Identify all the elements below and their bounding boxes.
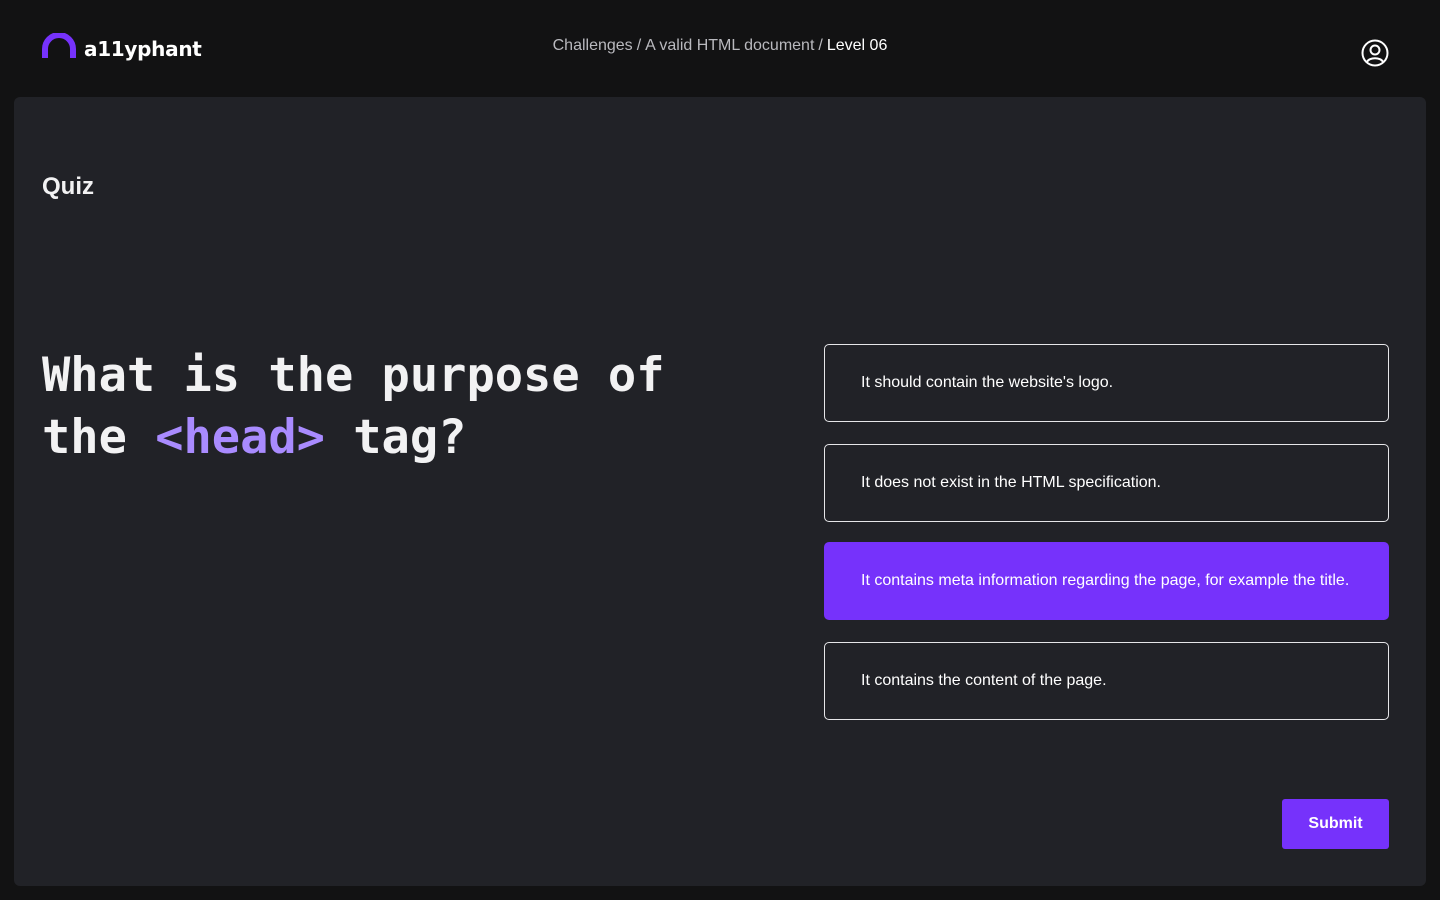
breadcrumb-current-level: Level 06 <box>826 37 888 54</box>
breadcrumb-separator: / <box>818 37 823 54</box>
answer-text: It does not exist in the HTML specificat… <box>861 474 1161 491</box>
answer-text: It should contain the website's logo. <box>861 374 1114 391</box>
answer-option[interactable]: It should contain the website's logo. <box>824 344 1389 422</box>
quiz-question: What is the purpose of the <head> tag? <box>42 345 722 469</box>
answer-text: It contains meta information regarding t… <box>861 572 1350 589</box>
question-code: <head> <box>155 410 325 465</box>
top-bar: a11yphant Challenges / A valid HTML docume… <box>0 0 1440 97</box>
breadcrumb: Challenges / A valid HTML document / Level 0… <box>0 37 1440 55</box>
quiz-panel: Quiz What is the purpose of the <head> t… <box>14 97 1426 886</box>
answer-option[interactable]: It does not exist in the HTML specificat… <box>824 444 1389 522</box>
quiz-heading: Quiz <box>42 173 94 200</box>
answer-option-selected[interactable]: It contains meta information regarding t… <box>824 542 1389 620</box>
question-text-end: tag? <box>353 410 467 465</box>
account-button[interactable] <box>1360 38 1390 68</box>
submit-button[interactable]: Submit <box>1282 799 1389 849</box>
breadcrumb-separator: / <box>636 37 642 54</box>
answer-option[interactable]: It contains the content of the page. <box>824 642 1389 720</box>
breadcrumb-challenges[interactable]: Challenges <box>553 37 633 54</box>
user-circle-icon <box>1360 39 1390 71</box>
answer-list: It should contain the website's logo. It… <box>824 344 1389 742</box>
answer-text: It contains the content of the page. <box>861 672 1107 689</box>
breadcrumb-challenge[interactable]: A valid HTML document <box>645 37 814 54</box>
